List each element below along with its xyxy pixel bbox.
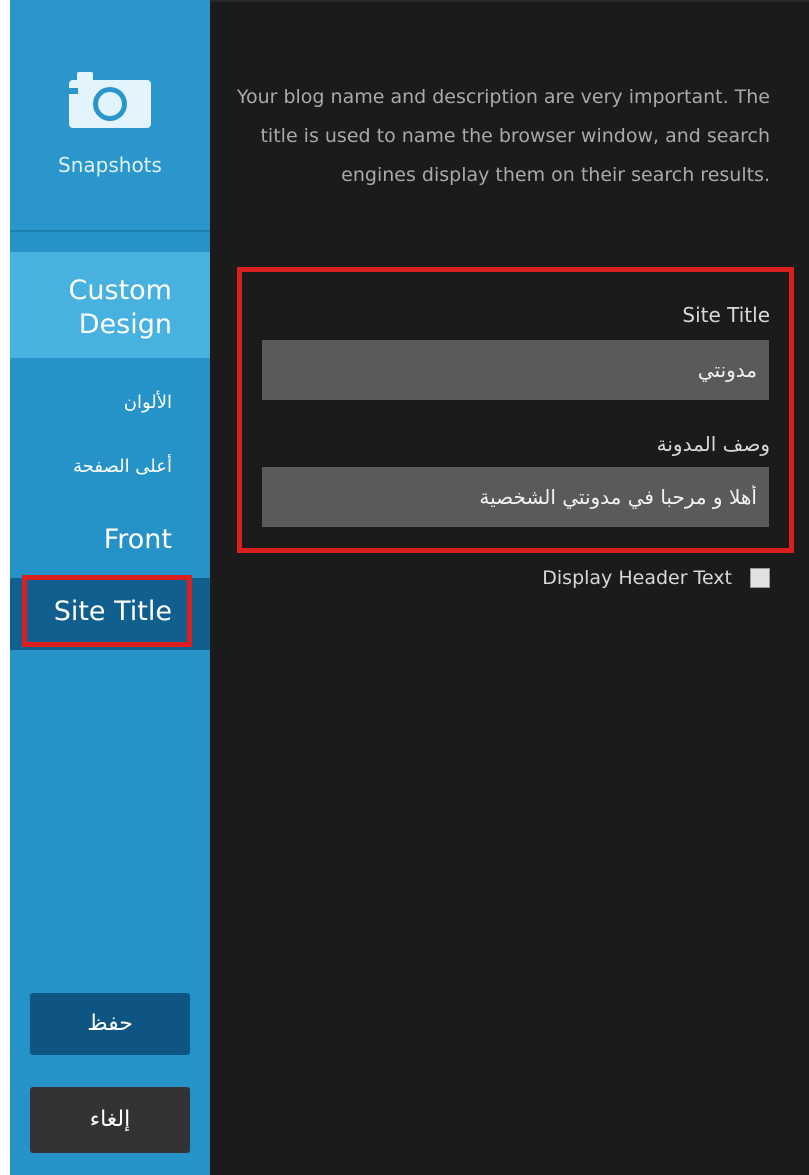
customizer-window: Snapshots Custom Design الألوان أعلى الص… (0, 0, 809, 1175)
divider (210, 0, 809, 2)
sidebar-item-colors[interactable]: الألوان (0, 392, 172, 413)
cancel-button[interactable]: إلغاء (30, 1087, 190, 1153)
sidebar-item-front[interactable]: Front (0, 524, 172, 555)
sidebar: Snapshots Custom Design الألوان أعلى الص… (10, 0, 210, 1175)
snapshots-button[interactable]: Snapshots (10, 0, 210, 230)
save-button[interactable]: حفظ (30, 993, 190, 1055)
site-title-label: Site Title (682, 303, 770, 327)
site-title-input[interactable] (262, 340, 769, 400)
blog-description-input[interactable] (262, 467, 769, 527)
divider (10, 230, 210, 232)
sidebar-item-page-top[interactable]: أعلى الصفحة (0, 456, 172, 477)
sidebar-item-custom-design[interactable]: Custom Design (10, 252, 210, 358)
highlight-box-sidebar (22, 575, 192, 647)
display-header-text-checkbox[interactable] (750, 568, 770, 588)
camera-icon (69, 72, 151, 128)
blog-description-label: وصف المدونة (656, 432, 770, 456)
settings-panel: Your blog name and description are very … (210, 0, 809, 1175)
display-header-text-row: Display Header Text (542, 563, 770, 593)
sidebar-item-label: Custom Design (68, 275, 172, 340)
snapshots-label: Snapshots (58, 153, 162, 177)
description-text: Your blog name and description are very … (236, 86, 770, 186)
display-header-text-label: Display Header Text (542, 567, 732, 589)
